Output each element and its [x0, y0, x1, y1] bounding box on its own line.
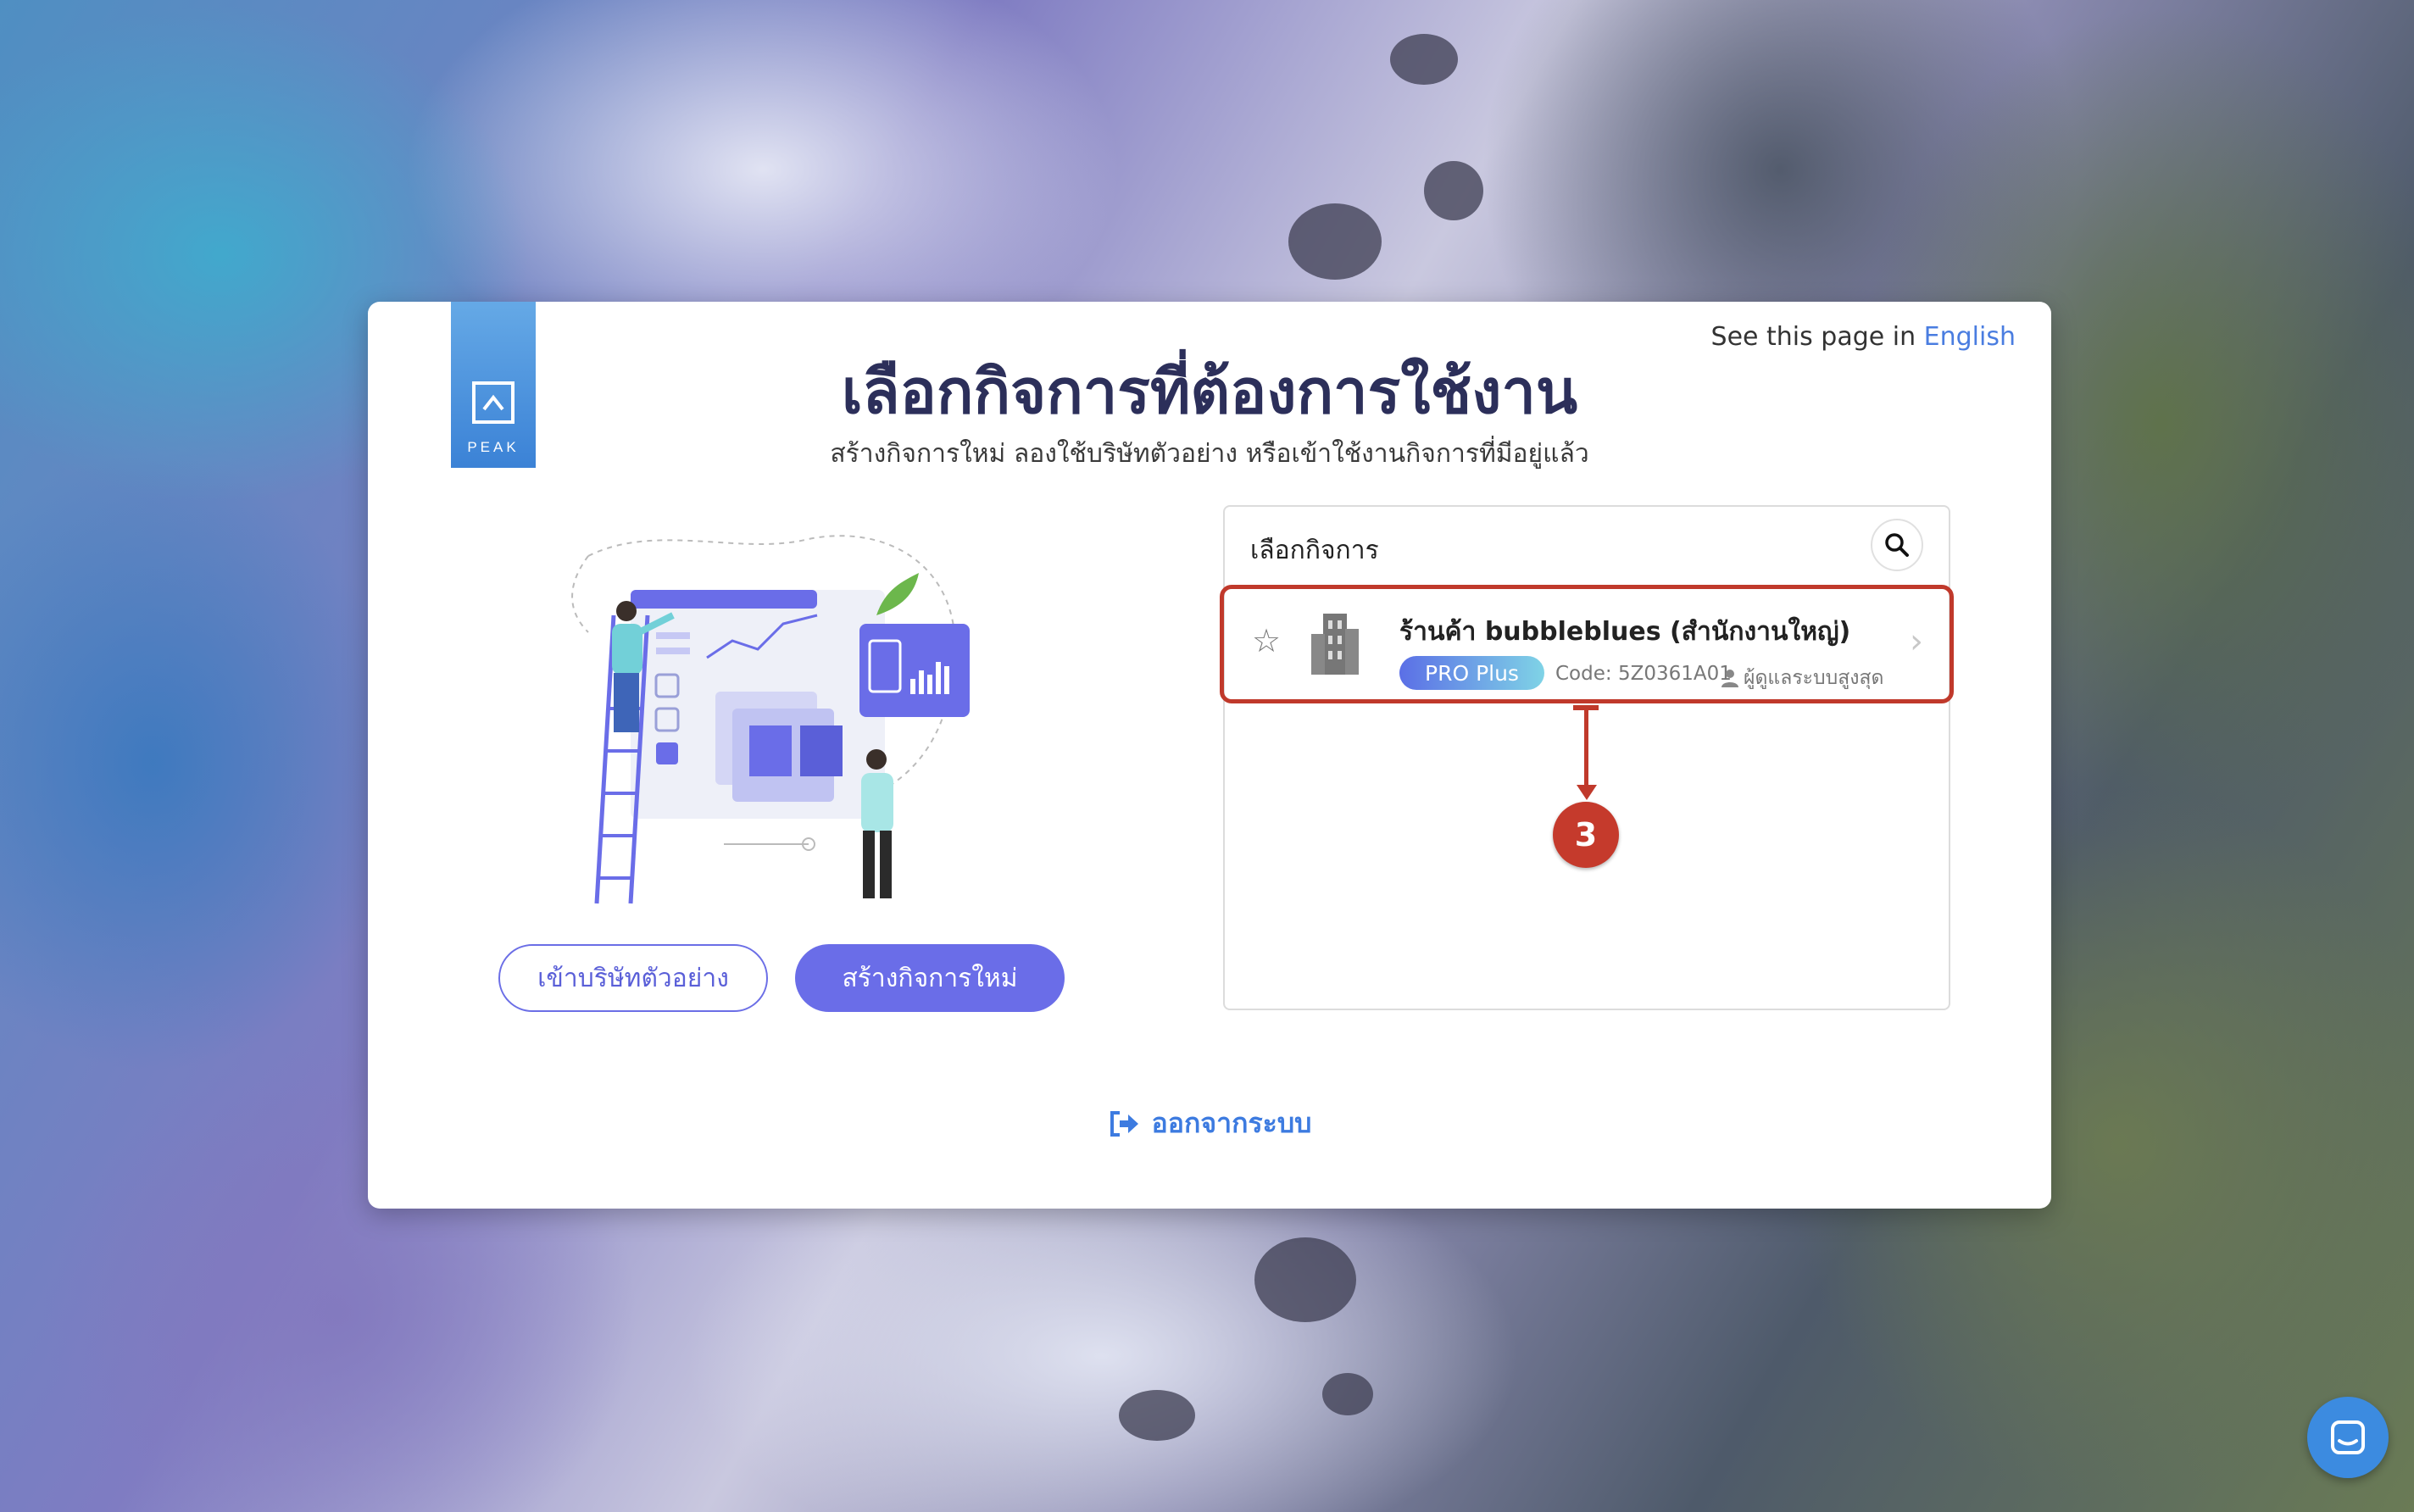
business-select-card: PEAK See this page in English เลือกกิจกา… [368, 302, 2051, 1209]
role-label: ผู้ดูแลระบบสูงสุด [1744, 667, 1884, 689]
page-title: เลือกกิจการที่ต้องการใช้งาน [841, 356, 1578, 427]
logout-link[interactable]: ออกจากระบบ [368, 1102, 2051, 1145]
annotation-arrow-icon [1577, 785, 1597, 800]
business-name: ร้านค้า bubbleblues (สำนักงานใหญ่) [1399, 617, 1851, 647]
logout-label: ออกจากระบบ [1151, 1107, 1312, 1139]
building-icon [1311, 614, 1359, 675]
business-code: Code: 5Z0361A01 [1555, 663, 1732, 685]
annotation-pointer-line [1584, 707, 1588, 792]
chat-icon [2331, 1420, 2365, 1454]
annotation-step-badge: 3 [1553, 802, 1619, 868]
illustration [571, 535, 970, 904]
business-role: ผู้ดูแลระบบสูงสุด [1722, 663, 1883, 693]
demo-company-button[interactable]: เข้าบริษัทตัวอย่าง [498, 944, 768, 1012]
search-icon [1885, 533, 1909, 557]
create-business-button[interactable]: สร้างกิจการใหม่ [795, 944, 1065, 1012]
user-icon [1722, 670, 1738, 687]
search-button[interactable] [1871, 519, 1923, 571]
plan-badge: PRO Plus [1399, 656, 1544, 690]
star-icon[interactable]: ☆ [1252, 622, 1281, 659]
chat-launcher-button[interactable] [2307, 1397, 2389, 1478]
chevron-right-icon: › [1910, 622, 1923, 661]
business-list-header: เลือกกิจการ [1250, 536, 1379, 565]
business-list-item[interactable]: ☆ ร้านค้า bubbleblues (สำนักงานใหญ่) PRO… [1220, 585, 1954, 703]
page-subtitle: สร้างกิจการใหม่ ลองใช้บริษัทตัวอย่าง หรื… [830, 439, 1589, 469]
logout-icon [1110, 1110, 1138, 1137]
